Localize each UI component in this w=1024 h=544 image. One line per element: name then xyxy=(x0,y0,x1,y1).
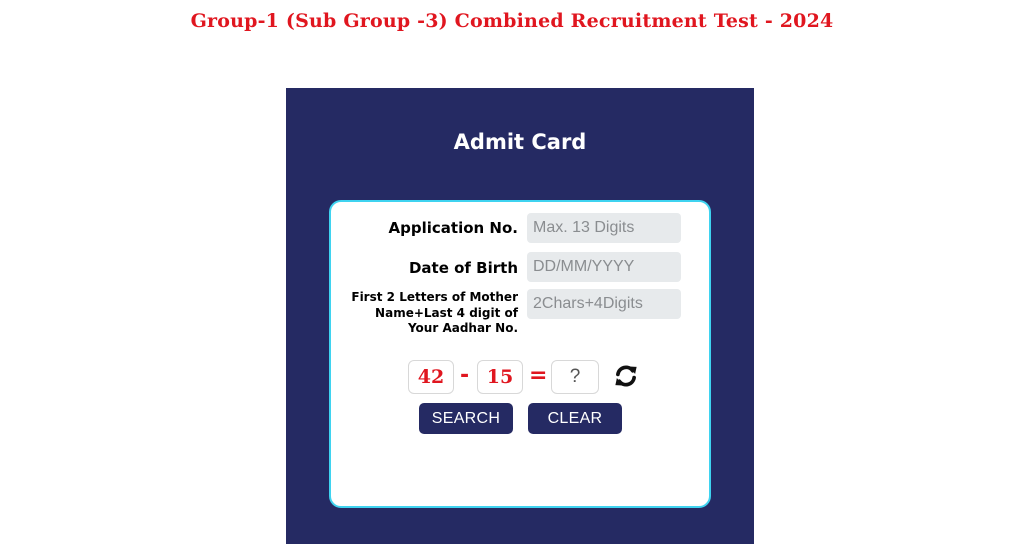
captcha-operator: - xyxy=(460,363,470,388)
captcha-operand-1: 42 xyxy=(408,360,454,394)
admit-card-heading: Admit Card xyxy=(453,130,587,154)
search-button[interactable]: SEARCH xyxy=(419,403,513,434)
admit-card-form: Application No. Date of Birth First 2 Le… xyxy=(329,200,711,508)
refresh-icon[interactable] xyxy=(613,363,639,389)
clear-button[interactable]: CLEAR xyxy=(528,403,622,434)
date-of-birth-label: Date of Birth xyxy=(408,259,518,277)
captcha-operand-2: 15 xyxy=(477,360,523,394)
application-no-label: Application No. xyxy=(388,219,518,237)
admit-card-panel: Admit Card Application No. Date of Birth… xyxy=(286,88,754,544)
date-of-birth-input[interactable] xyxy=(527,252,681,282)
captcha-equals: = xyxy=(529,363,548,388)
application-no-input[interactable] xyxy=(527,213,681,243)
security-code-label: First 2 Letters of Mother Name+Last 4 di… xyxy=(351,290,518,335)
page-title: Group-1 (Sub Group -3) Combined Recruitm… xyxy=(190,10,834,32)
captcha-answer-input[interactable] xyxy=(551,360,599,394)
security-code-input[interactable] xyxy=(527,289,681,319)
